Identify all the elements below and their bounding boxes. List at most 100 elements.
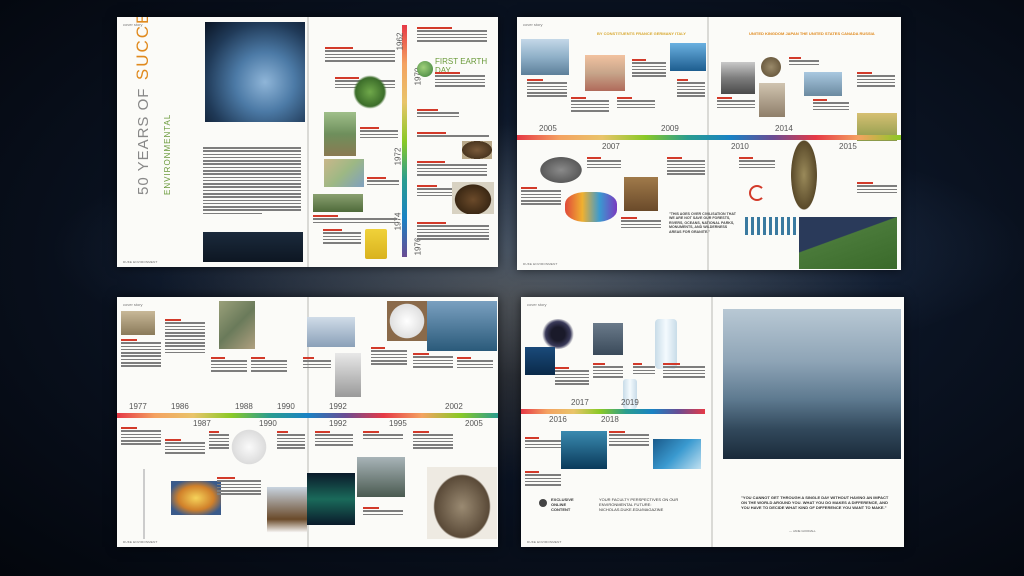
rock-photo <box>761 57 781 77</box>
otter-photo <box>462 141 492 159</box>
timeline-entry <box>413 353 453 369</box>
cabin-snow-photo <box>267 487 307 533</box>
map-photo <box>324 159 364 187</box>
horizontal-timeline <box>517 135 901 140</box>
timeline-entry <box>857 182 897 195</box>
countries-header-a: BY CONSTITUENTS FRANCE GERMANY ITALY <box>597 31 686 36</box>
vertical-title: 50 YEARS OF SUCCESSES ENVIRONMENTAL <box>129 17 199 195</box>
milk-photo <box>387 301 427 341</box>
timeline-entry <box>435 72 485 88</box>
decade-1962: 1962 <box>395 32 405 51</box>
timeline-entry <box>521 187 561 207</box>
goodall-quote: "YOU CANNOT GET THROUGH A SINGLE DAY WIT… <box>741 495 889 510</box>
timeline-entry <box>717 97 755 110</box>
timeline-entry <box>621 217 661 230</box>
timeline-entry <box>525 471 561 487</box>
polar-bear-photo <box>229 427 269 467</box>
timeline-entry <box>813 99 849 112</box>
year-label: 2005 <box>465 419 483 428</box>
landscape-photo <box>324 112 356 156</box>
year-label: 1987 <box>193 419 211 428</box>
timeline-entry <box>417 185 457 198</box>
timeline-entry <box>789 57 819 67</box>
intro-text <box>203 147 301 216</box>
city-skyline-photo <box>593 323 623 355</box>
timeline-entry <box>165 319 205 355</box>
ice-ship-photo <box>307 317 355 347</box>
timeline-entry <box>121 339 161 369</box>
sea-urchin-photo <box>541 319 575 349</box>
timeline-entry <box>371 347 407 367</box>
pull-quote: "THIS AGES OVER CIVILISATION THAT WE ARE… <box>669 212 736 234</box>
year-label: 2009 <box>661 124 679 133</box>
aerial-photo <box>219 301 255 349</box>
year-label: 2002 <box>445 402 463 411</box>
water-bottle-photo <box>655 319 677 369</box>
exclusive-link[interactable]: YOUR FACULTY PERSPECTIVES ON OUR ENVIRON… <box>599 497 699 512</box>
city-photo <box>670 43 706 71</box>
timeline-entry <box>367 177 399 187</box>
timeline-entry <box>303 357 331 370</box>
ocean-photo <box>427 301 497 351</box>
underwater-photo <box>561 431 607 469</box>
hazard-barrel-photo <box>365 229 387 259</box>
misty-ocean-photo <box>723 309 901 459</box>
solar-flare-photo <box>171 481 221 515</box>
timeline-entry <box>632 59 666 79</box>
year-label: 1988 <box>235 402 253 411</box>
timeline-entry <box>315 431 353 447</box>
coral-photo <box>525 347 555 375</box>
timeline-entry <box>617 97 655 110</box>
timeline-entry <box>587 157 621 170</box>
vertical-timeline <box>402 25 407 257</box>
year-label: 2015 <box>839 142 857 151</box>
footer: DUKE ENVIRONMENT <box>523 262 558 266</box>
timeline-entry <box>323 229 361 245</box>
year-label: 2005 <box>539 124 557 133</box>
factory-photo <box>804 72 842 96</box>
smokestack-photo <box>721 62 755 94</box>
spread-2016-2019: cover story 2017 2019 2016 2018 EXCLUSIV… <box>521 297 904 547</box>
year-label: 1977 <box>129 402 147 411</box>
timeline-entry <box>739 157 775 170</box>
timeline-entry <box>593 363 623 379</box>
decade-1972: 1972 <box>393 147 403 166</box>
year-label: 2017 <box>571 398 589 407</box>
fish-school-photo <box>745 217 805 235</box>
title-environmental: ENVIRONMENTAL <box>163 113 172 195</box>
fern-photo <box>353 75 387 109</box>
year-label: 2019 <box>621 398 639 407</box>
horizontal-timeline <box>117 413 498 418</box>
satellite-photo <box>653 439 701 469</box>
timeline-entry <box>555 367 589 387</box>
park-sign-photo <box>624 177 658 211</box>
grizzly-bear-photo <box>452 182 494 214</box>
timeline-entry <box>360 127 398 140</box>
year-label: 2010 <box>731 142 749 151</box>
timeline-entry <box>417 132 489 139</box>
timeline-entry <box>417 222 489 242</box>
timeline-entry <box>677 79 705 99</box>
year-label: 2014 <box>775 124 793 133</box>
spread-2000s: cover story BY CONSTITUENTS FRANCE GERMA… <box>517 17 901 270</box>
timeline-entry <box>633 363 655 376</box>
elephant-photo <box>537 155 585 185</box>
timeline-entry <box>413 431 453 451</box>
timeline-entry <box>121 427 161 447</box>
year-label: 1992 <box>329 402 347 411</box>
smoke-photo <box>335 353 361 397</box>
timeline-entry <box>363 431 403 441</box>
earth-from-space-photo <box>205 22 305 122</box>
footer: DUKE ENVIRONMENT <box>527 540 562 544</box>
timeline-entry <box>165 439 205 455</box>
crowd-photo <box>759 83 785 117</box>
solar-roof-photo <box>799 217 897 269</box>
night-photo <box>203 232 303 262</box>
exclusive-label[interactable]: EXCLUSIVE ONLINE CONTENT <box>551 497 581 512</box>
timeline-entry <box>313 215 397 225</box>
timeline-entry <box>667 157 705 177</box>
timeline-entry <box>325 47 395 63</box>
timeline-entry <box>857 72 895 88</box>
footer: DUKE ENVIRONMENT <box>123 540 158 544</box>
horizontal-timeline <box>521 409 705 414</box>
